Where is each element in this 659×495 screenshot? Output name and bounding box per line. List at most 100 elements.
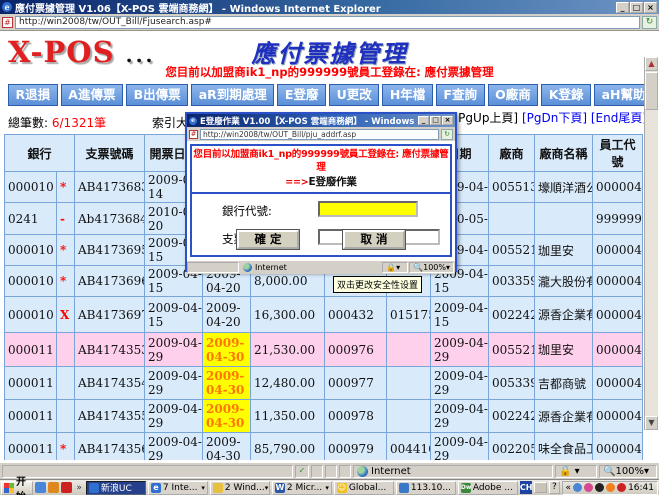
table-cell: 2009-04-29 (145, 367, 203, 400)
scrollbar-thumb[interactable] (645, 72, 658, 110)
zoom-control[interactable]: 🔍100% ▾ (599, 465, 657, 478)
zone-label: Internet (371, 466, 411, 477)
paging-link-2[interactable]: [PgUp上頁] (454, 111, 522, 125)
scroll-up-icon[interactable]: ▲ (645, 57, 658, 71)
table-cell: 000977 (325, 367, 387, 400)
table-cell: 000004 (593, 400, 643, 433)
table-cell: AB4173695 (75, 235, 145, 266)
table-row[interactable]: 000011AB41743532009-04-292009-04-3021,53… (5, 333, 643, 367)
qq-penguin-icon[interactable] (595, 483, 604, 492)
popup-internet-globe-icon (243, 263, 252, 272)
taskbar-task-smiley[interactable]: ☺Global... (334, 481, 394, 495)
popup-protect-icon[interactable]: 🔒▾ (382, 262, 408, 273)
index-label: 索引大 (152, 114, 188, 131)
table-row[interactable]: 000011AB41743542009-04-292009-04-3012,48… (5, 367, 643, 400)
table-cell: * (57, 235, 75, 266)
table-cell: 004416 (387, 433, 431, 461)
toolbar-button-9[interactable]: O廠商 (488, 84, 539, 106)
table-cell: 0241 (5, 203, 57, 235)
msn-icon[interactable] (35, 482, 46, 493)
toolbar-button-5[interactable]: E登廢 (277, 84, 326, 106)
messenger-icon[interactable] (573, 483, 582, 492)
task-label: 7 Inte... (163, 483, 198, 493)
column-header: 廠商 (489, 135, 535, 172)
tray-collapse-icon[interactable]: « (566, 483, 572, 493)
internet-globe-icon (357, 466, 368, 477)
cancel-button[interactable]: 取 消 (343, 230, 405, 249)
taskbar-task-dw[interactable]: DwAdobe ... (458, 481, 518, 495)
table-cell: 000004 (593, 266, 643, 297)
toolbar-button-6[interactable]: U更改 (329, 84, 379, 106)
table-row[interactable]: 000011AB41743552009-04-292009-04-3011,35… (5, 400, 643, 433)
table-cell: 000004 (593, 172, 643, 203)
red-icon[interactable] (617, 483, 626, 492)
table-cell: 2009-04-20 (203, 297, 251, 333)
vertical-scrollbar[interactable]: ▲ ▼ (644, 57, 658, 430)
bank-code-label: 銀行代號: (222, 203, 272, 219)
toolbar-button-3[interactable]: B出傳票 (126, 84, 188, 106)
toolbar-button-7[interactable]: H年檔 (382, 84, 433, 106)
close-button[interactable]: × (644, 2, 657, 13)
table-cell: 005513 (489, 172, 535, 203)
chevron-icon[interactable]: » (74, 483, 84, 493)
flame-icon[interactable] (606, 483, 615, 492)
bank-code-input[interactable] (318, 201, 418, 217)
task-group-arrow-icon[interactable]: ▾ (265, 484, 269, 492)
start-button[interactable]: 开始 (1, 481, 33, 495)
toolbar-button-4[interactable]: aR到期處理 (191, 84, 274, 106)
taskbar-task-folder[interactable]: 2 Wind...▾ (210, 481, 270, 495)
word-icon: W (275, 483, 285, 493)
table-row[interactable]: 000011*AB41743562009-04-292009-04-3085,7… (5, 433, 643, 461)
popup-close-button[interactable]: × (442, 116, 453, 125)
qq-icon[interactable] (61, 482, 72, 493)
system-tray: « 16:41 (562, 481, 658, 495)
paging-link-3[interactable]: [PgDn下頁] (522, 111, 591, 125)
toolbar-button-2[interactable]: A進傳票 (61, 84, 123, 106)
windows-logo-icon (4, 483, 14, 493)
toolbar-button-8[interactable]: F查詢 (436, 84, 485, 106)
address-input[interactable]: http://win2008/tw/OUT_Bill/Fjusearch.asp… (15, 16, 640, 29)
language-badge[interactable]: CH (520, 481, 533, 494)
paging-link-4[interactable]: [End尾頁] (591, 111, 647, 125)
scroll-down-icon[interactable]: ▼ (645, 416, 658, 430)
table-cell (535, 203, 593, 235)
main-addressbar: # http://win2008/tw/OUT_Bill/Fjusearch.a… (0, 14, 659, 31)
minimize-button[interactable]: _ (616, 2, 629, 13)
table-cell: * (57, 266, 75, 297)
table-cell: 000978 (325, 400, 387, 433)
pink-icon[interactable] (584, 483, 593, 492)
media-player-icon[interactable] (48, 482, 59, 493)
task-label: Global... (349, 483, 386, 493)
popup-address-input[interactable]: http://win2008/tw/OUT_Bill/pju_addrf.asp (200, 129, 439, 140)
toolbar-button-1[interactable]: R退損 (8, 84, 58, 106)
ie-icon: e (2, 2, 12, 12)
table-cell: AB4174355 (75, 400, 145, 433)
confirm-button[interactable]: 確 定 (237, 230, 299, 249)
taskbar-task-word[interactable]: W2 Micr...▾ (272, 481, 332, 495)
popup-maximize-button[interactable]: □ (430, 116, 441, 125)
table-cell (489, 203, 535, 235)
help-icon[interactable]: ? (549, 481, 559, 494)
taskbar-task-globe2[interactable]: 113.10... (396, 481, 456, 495)
table-cell: 2009-04-30 (203, 433, 251, 461)
table-cell: 000004 (593, 433, 643, 461)
task-group-arrow-icon[interactable]: ▾ (201, 484, 205, 492)
table-cell: 000004 (593, 367, 643, 400)
table-cell: 2009-04-15 (431, 297, 489, 333)
popup-zoom-control[interactable]: 🔍100% ▾ (409, 262, 454, 273)
maximize-button[interactable]: □ (630, 2, 643, 13)
toolbar-button-10[interactable]: K登錄 (541, 84, 591, 106)
keyboard-icon[interactable] (534, 482, 547, 493)
popup-minimize-button[interactable]: _ (418, 116, 429, 125)
table-cell: 005521 (489, 235, 535, 266)
dw-icon: Dw (461, 483, 471, 493)
taskbar-task-globe[interactable]: 新浪UC (86, 481, 146, 495)
task-group-arrow-icon[interactable]: ▾ (325, 484, 329, 492)
popup-refresh-icon[interactable]: ↻ (441, 129, 453, 140)
refresh-icon[interactable]: ↻ (642, 16, 657, 29)
protected-mode-icon[interactable]: 🔒 ▾ (555, 465, 597, 478)
table-row[interactable]: 000010XAB41736972009-04-152009-04-2016,3… (5, 297, 643, 333)
table-cell: 2009-04-29 (431, 333, 489, 367)
table-cell: 2009-04-15 (145, 297, 203, 333)
taskbar-task-ie[interactable]: e7 Inte...▾ (148, 481, 208, 495)
